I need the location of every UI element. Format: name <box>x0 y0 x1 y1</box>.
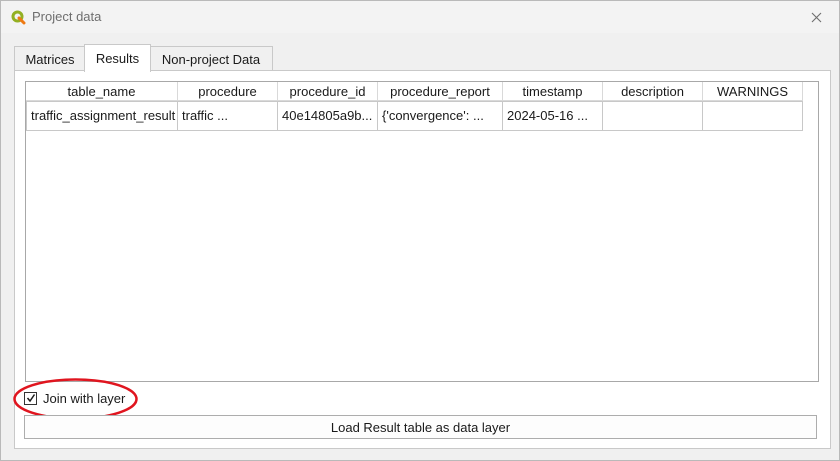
column-header[interactable]: table_name <box>26 82 178 101</box>
table-cell[interactable] <box>603 101 703 131</box>
qgis-icon <box>11 10 26 25</box>
column-header[interactable]: procedure_report <box>378 82 503 101</box>
tab-matrices[interactable]: Matrices <box>14 46 86 71</box>
tab-results[interactable]: Results <box>84 44 151 72</box>
tab-label: Results <box>95 51 140 66</box>
column-header[interactable]: timestamp <box>503 82 603 101</box>
tab-label: Matrices <box>25 51 75 67</box>
close-icon <box>811 12 821 22</box>
table-cell[interactable] <box>703 101 803 131</box>
project-data-window: Project data Matrices Results Non-projec… <box>0 0 840 461</box>
column-header[interactable]: WARNINGS <box>703 82 803 101</box>
column-header[interactable]: procedure <box>178 82 278 101</box>
results-table[interactable]: table_name procedure procedure_id proced… <box>25 81 819 382</box>
join-with-layer-label: Join with layer <box>43 390 126 406</box>
tab-label: Non-project Data <box>161 51 261 67</box>
checkmark-icon <box>26 394 35 403</box>
table-cell[interactable]: 40e14805a9b... <box>278 101 378 131</box>
column-header[interactable]: description <box>603 82 703 101</box>
tab-non-project-data[interactable]: Non-project Data <box>149 46 273 71</box>
join-with-layer-option[interactable]: Join with layer <box>24 389 125 407</box>
table-cell[interactable]: 2024-05-16 ... <box>503 101 603 131</box>
table-cell[interactable]: traffic_assignment_result <box>26 101 178 131</box>
load-result-table-button[interactable]: Load Result table as data layer <box>24 415 817 439</box>
window-title: Project data <box>32 9 102 24</box>
column-header[interactable]: procedure_id <box>278 82 378 101</box>
join-with-layer-checkbox[interactable] <box>24 391 37 405</box>
close-button[interactable] <box>793 1 839 33</box>
table-cell[interactable]: {'convergence': ... <box>378 101 503 131</box>
table-row[interactable]: traffic_assignment_result traffic ... 40… <box>26 101 804 131</box>
load-button-label: Load Result table as data layer <box>330 419 511 435</box>
title-bar: Project data <box>1 1 839 33</box>
table-cell[interactable]: traffic ... <box>178 101 278 131</box>
